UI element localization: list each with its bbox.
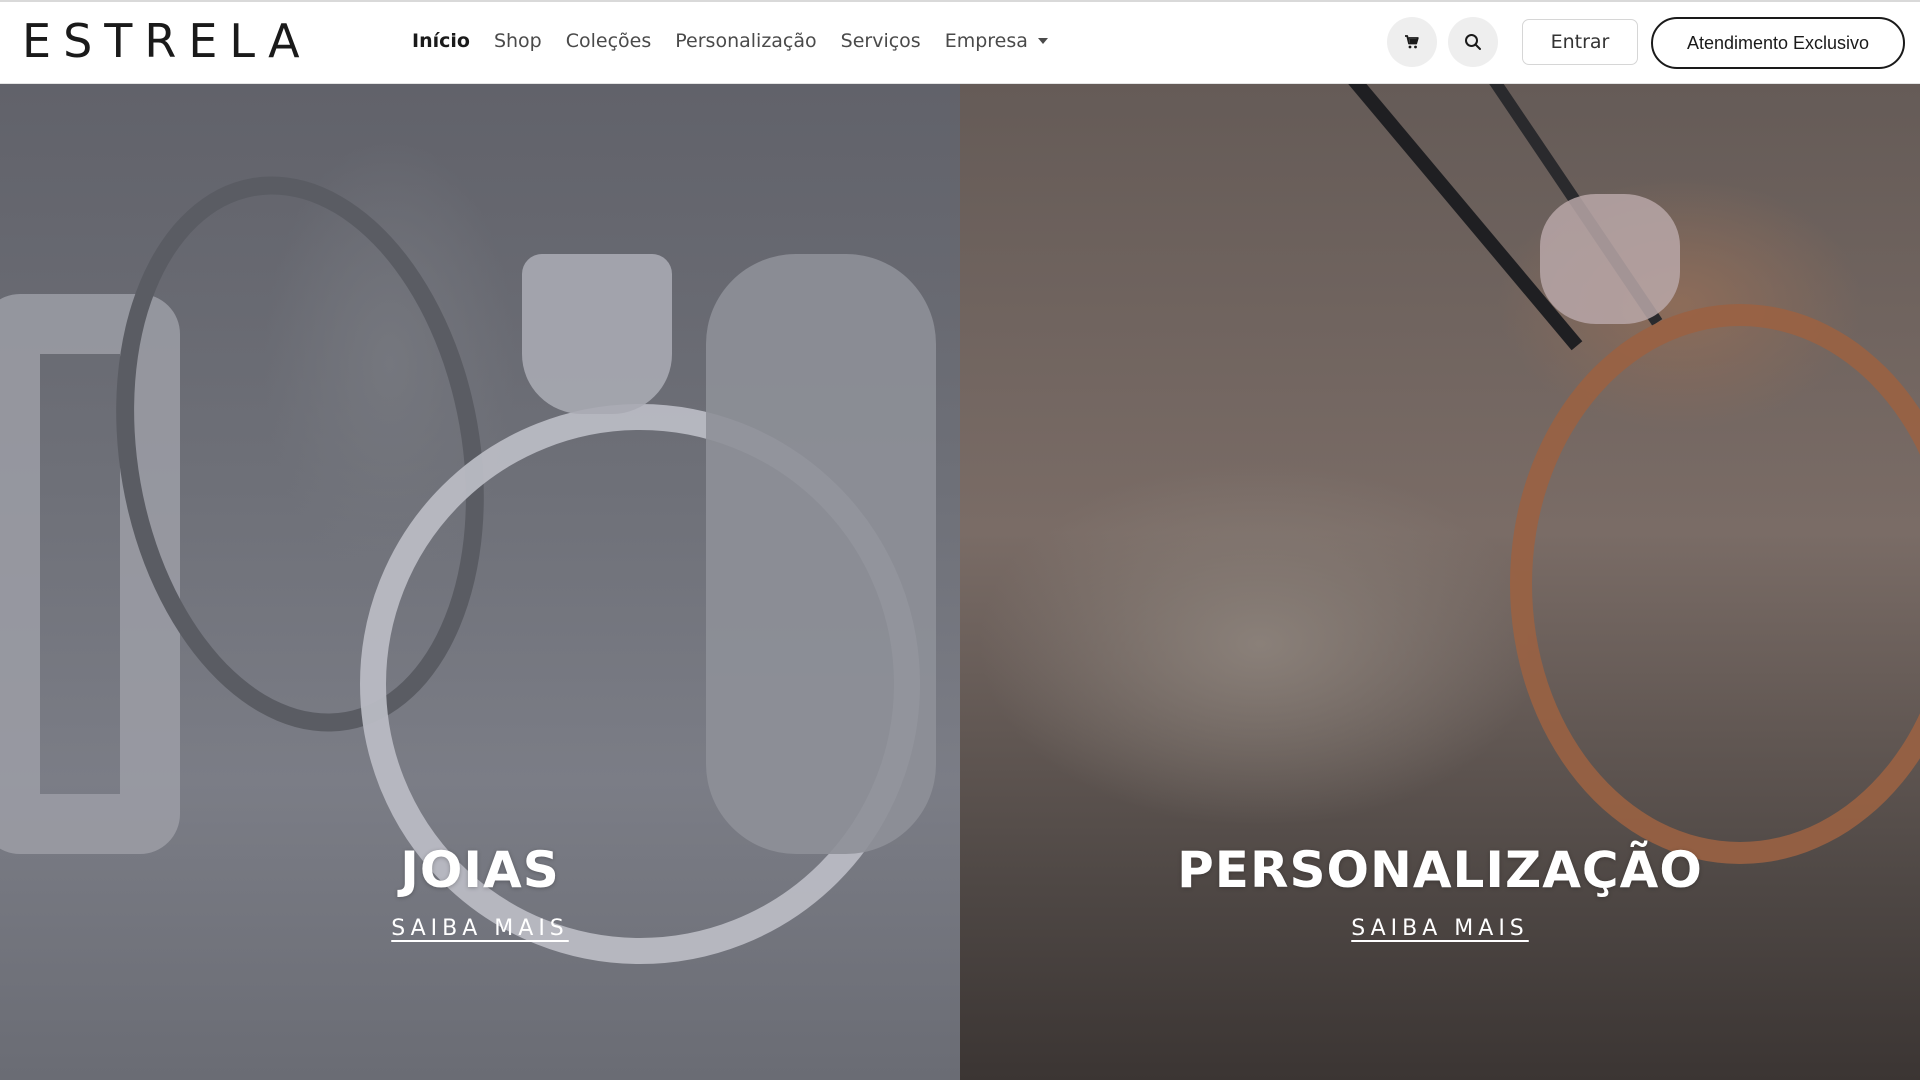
nav-item-empresa[interactable]: Empresa [945,30,1048,52]
brand-logo[interactable]: ESTRELA [22,16,312,66]
nav-item-inicio[interactable]: Início [412,30,470,52]
navbar: ESTRELA Início Shop Coleções Personaliza… [0,0,1920,84]
nav-item-shop[interactable]: Shop [494,30,542,52]
exclusive-service-button[interactable]: Atendimento Exclusivo [1651,17,1905,69]
login-button[interactable]: Entrar [1522,19,1638,65]
saiba-mais-personalizacao-link[interactable]: SAIBA MAIS [960,916,1920,941]
cart-icon [1405,35,1419,49]
search-button[interactable] [1448,17,1498,67]
hero-title-personalizacao: PERSONALIZAÇÃO [1177,841,1703,899]
main-nav: Início Shop Coleções Personalização Serv… [412,24,1072,58]
hero-panel-joias[interactable]: JOIAS SAIBA MAIS [0,84,960,1080]
hero-title-joias: JOIAS [400,841,560,899]
hero-panel-personalizacao[interactable]: PERSONALIZAÇÃO SAIBA MAIS [960,84,1920,1080]
nav-item-colecoes[interactable]: Coleções [566,30,652,52]
nav-item-servicos[interactable]: Serviços [841,30,921,52]
nav-item-empresa-label: Empresa [944,30,1028,52]
top-border [0,0,1920,2]
cart-button[interactable] [1387,17,1437,67]
nav-item-personalizacao[interactable]: Personalização [675,30,816,52]
saiba-mais-joias-link[interactable]: SAIBA MAIS [0,916,960,941]
search-icon [1465,34,1481,50]
chevron-down-icon [1037,38,1048,44]
